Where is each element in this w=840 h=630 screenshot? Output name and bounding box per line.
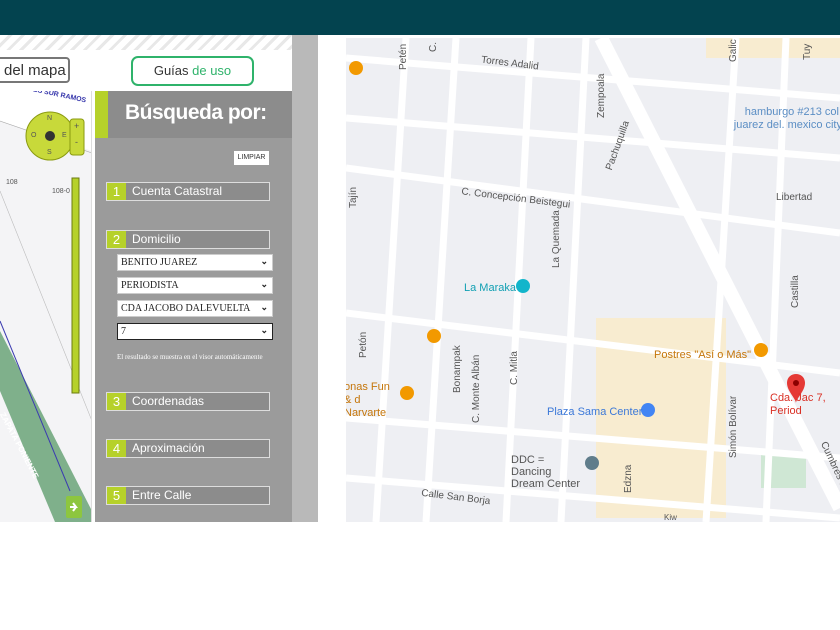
place-label-postres[interactable]: Postres "Así o Más" bbox=[654, 349, 751, 361]
chevron-down-icon: ⌄ bbox=[260, 302, 268, 312]
street-label: C. Monte Albán bbox=[471, 354, 482, 423]
street-label: Edzna bbox=[623, 464, 634, 493]
street-label: Bonampak bbox=[452, 345, 463, 393]
section-aproximacion[interactable]: 4 Aproximación bbox=[106, 439, 270, 458]
place-label-fun[interactable]: onas Fun & d Narvarte bbox=[346, 381, 399, 420]
search-title: Búsqueda por: bbox=[125, 101, 267, 124]
zoom-in-button[interactable]: + bbox=[74, 121, 79, 131]
street-label: Galic bbox=[728, 39, 739, 62]
compass-north[interactable]: N bbox=[47, 115, 52, 122]
google-map[interactable]: Torres Adalid Petén C. Zempoala Galic Tu… bbox=[346, 38, 840, 522]
top-header-bar bbox=[0, 0, 840, 35]
place-label-ddc[interactable]: DDC = Dancing Dream Center bbox=[511, 454, 586, 490]
usage-guides-button[interactable]: Guías de uso bbox=[131, 56, 254, 86]
street-label: Petón bbox=[358, 331, 369, 358]
street-label: Kiw bbox=[664, 513, 677, 522]
street-label: Tajín bbox=[348, 186, 359, 208]
chevron-down-icon: ⌄ bbox=[260, 256, 268, 266]
zoom-out-button[interactable]: - bbox=[75, 137, 78, 147]
section-cuenta-catastral[interactable]: 1 Cuenta Catastral bbox=[106, 182, 270, 201]
place-label-pinned-address[interactable]: Cda. Jac 7, Period bbox=[770, 392, 840, 418]
chevron-down-icon: ⌄ bbox=[260, 279, 268, 289]
street-label: Libertad bbox=[776, 192, 813, 203]
street-label: Castilla bbox=[790, 275, 801, 308]
compass-west[interactable]: O bbox=[31, 132, 36, 139]
scrollbar-strip bbox=[292, 35, 318, 522]
place-label-plaza-sama[interactable]: Plaza Sama Center bbox=[547, 406, 642, 418]
cadastral-mini-map[interactable]: EJES SUR RAMOS N S O E + - 108 108-0 ZAP… bbox=[0, 91, 92, 522]
decorative-pattern bbox=[0, 35, 292, 50]
street-label: La Quemada bbox=[551, 210, 562, 268]
section-coordenadas[interactable]: 3 Coordenadas bbox=[106, 392, 270, 411]
street-label: Simón Bolívar bbox=[728, 395, 739, 458]
result-note: El resultado se muestra en el visor auto… bbox=[117, 353, 263, 361]
parcel-label: 108 bbox=[6, 179, 18, 186]
compass-east[interactable]: E bbox=[62, 132, 67, 139]
street-select[interactable]: CDA JACOBO DALEVUELTA ⌄ bbox=[117, 300, 273, 317]
compass-south[interactable]: S bbox=[47, 149, 52, 156]
guide-label-accent: de uso bbox=[192, 63, 232, 78]
chevron-down-icon: ⌄ bbox=[260, 325, 268, 335]
guide-label: Guías bbox=[153, 63, 193, 78]
cadastral-viewer-panel: del mapa Guías de uso EJES SUR RAMOS N S… bbox=[0, 35, 318, 522]
place-label-hamburgo[interactable]: hamburgo #213 col. juarez del. mexico ci… bbox=[732, 106, 840, 132]
section-domicilio[interactable]: 2 Domicilio bbox=[106, 230, 270, 249]
colony-select[interactable]: PERIODISTA ⌄ bbox=[117, 277, 273, 294]
map-button[interactable]: del mapa bbox=[0, 57, 70, 83]
search-header: Búsqueda por: bbox=[95, 91, 292, 138]
street-label: C. bbox=[428, 42, 439, 52]
street-label: Tuy bbox=[802, 43, 813, 60]
place-label-la-maraka[interactable]: La Maraka bbox=[464, 282, 516, 294]
parcel-label: 108-0 bbox=[52, 188, 70, 195]
section-entre-calle[interactable]: 5 Entre Calle bbox=[106, 486, 270, 505]
street-label: Zempoala bbox=[596, 73, 607, 118]
clear-button[interactable]: LIMPIAR bbox=[234, 151, 269, 165]
street-label: Petén bbox=[398, 43, 409, 70]
number-select[interactable]: 7 ⌄ bbox=[117, 323, 273, 340]
search-panel: Búsqueda por: LIMPIAR 1 Cuenta Catastral … bbox=[95, 91, 292, 522]
street-label: C. Mitla bbox=[509, 351, 520, 385]
municipality-select[interactable]: BENITO JUAREZ ⌄ bbox=[117, 254, 273, 271]
